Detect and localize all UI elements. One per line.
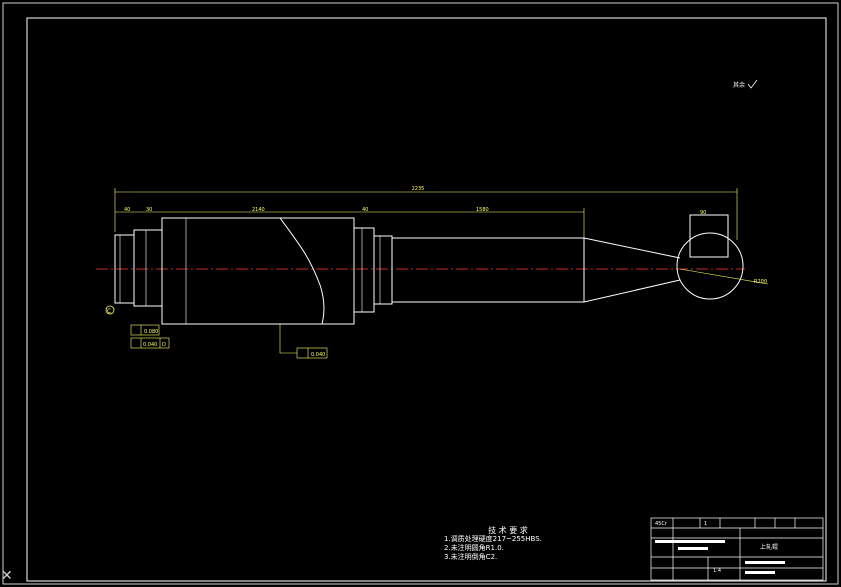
tech-note-3: 3.未注明倒角C2. <box>444 553 498 561</box>
tol-value-1: 0.080 <box>144 329 158 335</box>
tech-note-1: 1.调质处理硬度217~255HBS. <box>444 535 542 543</box>
roughness-note: 其余 <box>733 81 745 89</box>
dim-d2: 30 <box>146 207 152 213</box>
inner-border <box>26 17 827 582</box>
tech-note-2: 2.未注明圆角R1.0. <box>444 544 504 552</box>
roughness-symbol-icon <box>747 79 758 89</box>
dim-d5: 1580 <box>476 207 489 213</box>
outer-border <box>2 2 839 585</box>
part-name: 上轧辊 <box>760 543 778 551</box>
tol-value-3: 0.040 <box>311 352 325 358</box>
cursor-cross-icon: ✕ <box>1 568 13 584</box>
tech-notes-title: 技 术 要 求 <box>488 526 528 535</box>
dim-overall-text: 2235 <box>412 186 425 192</box>
title-bar-1 <box>655 540 725 543</box>
dim-d1: 40 <box>124 207 130 213</box>
scale-cell: 1:4 <box>713 568 721 574</box>
cad-drawing: 其余 2235 40 30 2140 40 1580 R200 90 C 0.0… <box>2 2 839 585</box>
dim-d6: 90 <box>700 210 706 216</box>
title-bar-4 <box>745 571 775 574</box>
title-bar-2 <box>678 547 708 550</box>
tol-value-2: 0.040 <box>143 342 157 348</box>
shaft-outline <box>114 214 744 325</box>
material-cell: 45Cr <box>655 521 668 527</box>
dim-d3: 2140 <box>252 207 265 213</box>
tol-datum-ref: D <box>162 342 166 348</box>
tech-notes: 技 术 要 求 1.调质处理硬度217~255HBS. 2.未注明圆角R1.0.… <box>444 526 542 562</box>
quantity-cell: 1 <box>704 521 707 527</box>
datum-letter: C <box>107 308 111 315</box>
angle-label: R200 <box>754 279 767 285</box>
title-bar-3 <box>745 561 785 564</box>
title-block <box>650 517 824 581</box>
dim-d4: 40 <box>362 207 368 213</box>
shaft-details <box>119 218 381 324</box>
